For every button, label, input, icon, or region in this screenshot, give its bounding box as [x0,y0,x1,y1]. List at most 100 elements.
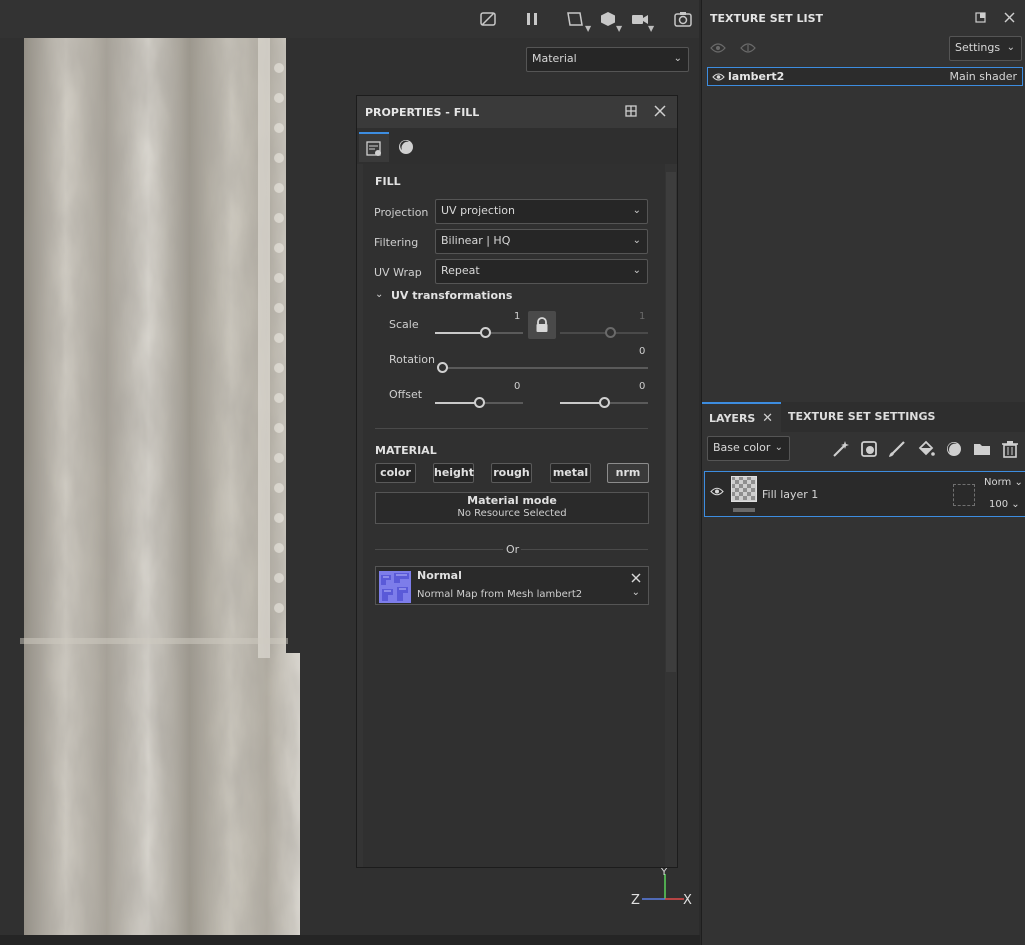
folder-icon[interactable] [973,440,991,458]
uv-transformations-label: UV transformations [391,289,513,302]
uvwrap-label: UV Wrap [374,266,422,279]
texture-set-item[interactable]: lambert2 Main shader [707,67,1023,86]
texture-set-shader[interactable]: Main shader [950,70,1017,83]
texture-set-list-title: TEXTURE SET LIST [710,12,824,25]
axis-gizmo: Y Z X [631,867,692,908]
material-sphere-icon [399,140,413,154]
channel-nrm-button[interactable]: nrm [607,463,649,483]
maximize-icon[interactable] [975,12,986,23]
texture-set-list-header: TEXTURE SET LIST [702,0,1025,36]
layers-tab-bar: LAYERS ✕ TEXTURE SET SETTINGS [702,402,1025,432]
layer-thumbnail-bar [733,508,755,512]
settings-label: Settings [955,41,1001,54]
eye-icon[interactable] [712,72,725,82]
tab-fill-settings[interactable] [359,132,389,162]
properties-tabs [357,128,677,164]
layer-channel-value: Base color [713,441,771,454]
dock-icon[interactable] [624,104,638,118]
magic-wand-icon[interactable] [832,440,850,458]
tab-material[interactable] [391,132,421,162]
offset-v-slider-knob[interactable] [599,397,610,408]
layer-mask-slot[interactable] [953,484,975,506]
display-mode-value: Material [532,52,577,65]
properties-body: FILL Projection UV projection ⌄ Filterin… [363,164,665,867]
offset-label: Offset [389,388,423,401]
material-mode-slot[interactable]: Material mode No Resource Selected [375,492,649,524]
texture-set-settings-select[interactable]: Settings ⌄ [949,36,1022,61]
or-divider-right [521,549,648,550]
channel-metal-button[interactable]: metal [550,463,591,483]
material-mode-subtitle: No Resource Selected [457,508,567,519]
chevron-down-icon: ⌄ [673,53,682,64]
channel-rough-button[interactable]: rough [491,463,532,483]
blend-mode-select[interactable]: Norm ⌄ [984,477,1023,488]
close-icon[interactable] [631,573,641,583]
uvwrap-select[interactable]: Repeat ⌄ [435,259,648,284]
chevron-down-icon[interactable]: ▼ [585,24,591,33]
hide-icon[interactable] [479,10,497,28]
opacity-select[interactable]: 100 ⌄ [989,499,1020,510]
axis-y-label: Y [660,867,668,878]
axis-z-label: Z [631,893,640,908]
app-root: ▼ ▼ ▼ Material ⌄ Y Z X PROPERTIES - FILL… [0,0,1025,945]
blend-mode-value: Norm [984,477,1012,488]
tab-layers[interactable]: LAYERS ✕ [702,402,781,432]
eye-icon[interactable] [710,486,724,497]
filtering-select[interactable]: Bilinear | HQ ⌄ [435,229,648,254]
chevron-down-icon[interactable]: ▼ [648,24,654,33]
scale-v-value: 1 [639,311,646,322]
close-icon[interactable]: ✕ [762,404,773,434]
pause-icon[interactable] [523,10,541,28]
mesh-render [20,38,300,935]
frame-icon[interactable] [566,10,584,28]
camera-icon[interactable] [631,10,649,28]
trash-icon[interactable] [1001,440,1019,458]
screenshot-icon[interactable] [674,10,692,28]
channel-height-button[interactable]: height [433,463,474,483]
fill-bucket-icon[interactable] [917,440,935,458]
material-section-title: MATERIAL [375,444,437,457]
scale-u-value: 1 [514,311,521,322]
uvwrap-value: Repeat [441,264,480,277]
scale-lock-button[interactable] [528,311,556,339]
section-divider [375,428,648,429]
close-icon[interactable] [1004,12,1015,23]
chevron-down-icon: ⌄ [632,235,641,246]
lock-icon [536,317,548,332]
projection-select[interactable]: UV projection ⌄ [435,199,648,224]
offset-u-slider-knob[interactable] [474,397,485,408]
resource-subtitle: Normal Map from Mesh lambert2 [417,589,583,600]
tab-layers-label: LAYERS [709,412,756,425]
viewport-3d[interactable]: ▼ ▼ ▼ Material ⌄ Y Z X PROPERTIES - FILL… [0,0,699,935]
rotation-slider[interactable] [442,367,648,369]
scale-u-slider-knob[interactable] [480,327,492,338]
scale-v-slider-knob [605,327,617,338]
layer-item-fill-layer-1[interactable]: Fill layer 1 Norm ⌄ 100 ⌄ [704,471,1025,517]
properties-scrollbar[interactable] [666,172,676,672]
chevron-down-icon[interactable]: ⌄ [632,587,640,598]
offset-v-value: 0 [639,381,646,392]
display-mode-select[interactable]: Material ⌄ [526,47,689,72]
filtering-value: Bilinear | HQ [441,234,511,247]
brush-icon[interactable] [888,440,906,458]
layer-channel-select[interactable]: Base color ⌄ [707,436,790,461]
properties-fill-panel: PROPERTIES - FILL FILL Projection UV pro… [356,95,678,868]
layer-name[interactable]: Fill layer 1 [762,488,818,501]
mask-icon[interactable] [860,440,878,458]
normal-resource-slot[interactable]: Normal Normal Map from Mesh lambert2 ⌄ [375,566,649,605]
chevron-down-icon: ⌄ [1011,499,1020,510]
close-icon[interactable] [653,104,667,118]
chevron-down-icon: ⌄ [632,265,641,276]
cube-icon[interactable] [599,10,617,28]
tab-texture-set-settings[interactable]: TEXTURE SET SETTINGS [781,402,942,432]
chevron-down-icon[interactable]: ▼ [616,24,622,33]
channel-color-button[interactable]: color [375,463,416,483]
smart-material-icon[interactable] [945,440,963,458]
show-all-icon[interactable] [710,42,726,54]
offset-u-value: 0 [514,381,521,392]
material-mode-title: Material mode [467,494,557,507]
fill-section-title: FILL [375,175,401,188]
offset-v-slider-fill [560,402,604,404]
rotation-slider-knob[interactable] [437,362,448,373]
solo-icon[interactable] [740,42,756,54]
